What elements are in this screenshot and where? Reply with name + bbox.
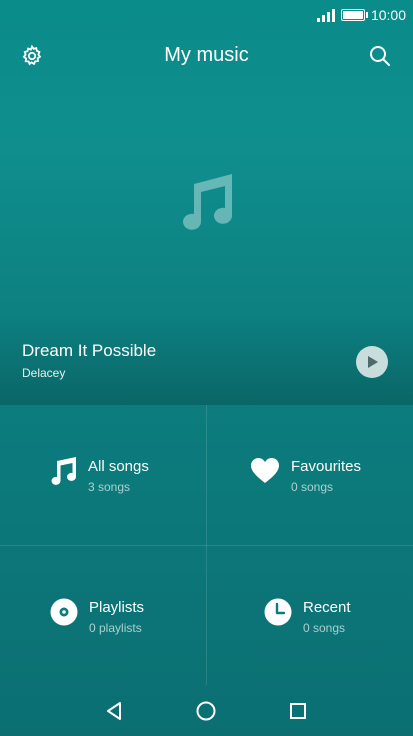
music-note-icon [48,456,78,486]
status-indicators: 10:00 [316,6,406,24]
now-playing-card[interactable]: Dream It Possible Delacey [0,84,413,405]
recents-square-icon[interactable] [284,697,312,725]
favourites-tile[interactable]: Favourites 0 songs [207,405,413,545]
playlists-label: Playlists [89,599,145,616]
favourites-label: Favourites [291,458,362,475]
recent-tile[interactable]: Recent 0 songs [207,546,413,686]
search-icon[interactable] [362,38,398,74]
play-icon [368,356,378,368]
signal-bars-icon [316,8,335,22]
system-nav-bar [0,685,413,736]
recent-label: Recent [303,599,351,616]
album-art-music-note-icon [176,170,236,239]
top-bar: My music [0,30,413,84]
now-playing-artist: Delacey [22,366,66,380]
favourites-count: 0 songs [291,480,334,494]
all-songs-tile[interactable]: All songs 3 songs [0,405,206,545]
clock-icon [263,597,293,627]
page-title: My music [164,44,249,66]
library-grid: All songs 3 songs Favourites 0 songs Pla… [0,405,413,685]
playlists-count: 0 playlists [89,621,142,635]
all-songs-label: All songs [88,458,149,475]
all-songs-count: 3 songs [88,480,131,494]
status-time: 10:00 [370,7,406,23]
heart-icon [250,456,280,486]
disc-icon [49,597,79,627]
home-circle-icon[interactable] [192,697,220,725]
play-button[interactable] [356,346,388,378]
battery-full-icon [340,9,368,21]
playlists-tile[interactable]: Playlists 0 playlists [0,546,206,686]
now-playing-title: Dream It Possible [22,341,157,360]
recent-count: 0 songs [303,621,346,635]
back-triangle-icon[interactable] [100,697,128,725]
status-bar: 10:00 [0,0,413,30]
